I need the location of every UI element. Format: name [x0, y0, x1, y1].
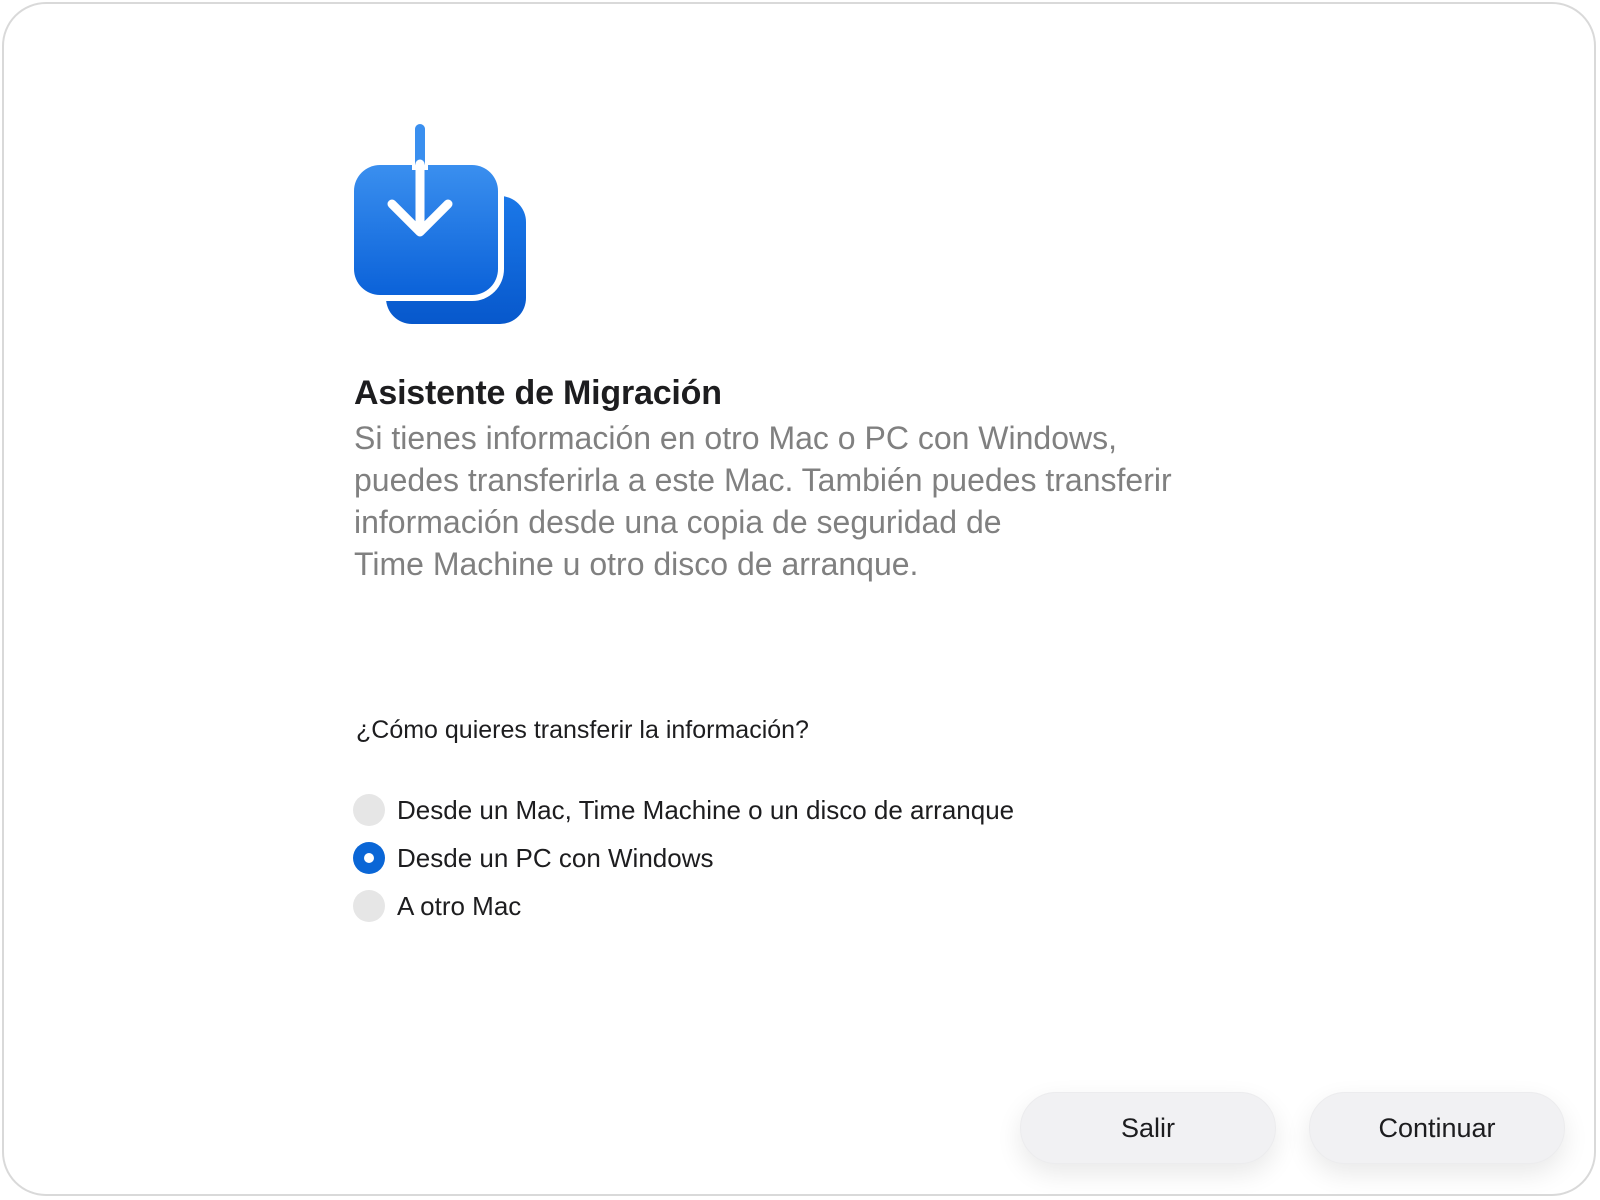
- option-from-mac[interactable]: Desde un Mac, Time Machine o un disco de…: [353, 786, 1014, 834]
- intro-line: puedes transferirla a este Mac. También …: [354, 462, 1172, 498]
- intro-line: información desde una copia de seguridad…: [354, 504, 1002, 540]
- option-label: Desde un PC con Windows: [397, 842, 714, 873]
- radio-from-mac[interactable]: [353, 794, 385, 826]
- intro-description: Si tienes información en otro Mac o PC c…: [354, 417, 1254, 585]
- quit-button[interactable]: Salir: [1020, 1092, 1276, 1164]
- intro-line: Time Machine u otro disco de arranque.: [354, 546, 919, 582]
- option-label: Desde un Mac, Time Machine o un disco de…: [397, 794, 1015, 825]
- radio-from-windows-pc[interactable]: [353, 842, 385, 874]
- option-from-windows-pc[interactable]: Desde un PC con Windows: [353, 834, 1014, 882]
- option-to-another-mac[interactable]: A otro Mac: [353, 882, 1014, 930]
- option-label: A otro Mac: [397, 890, 522, 921]
- transfer-question: ¿Cómo quieres transferir la información?: [356, 716, 809, 744]
- radio-to-another-mac[interactable]: [353, 890, 385, 922]
- migration-assistant-icon: [352, 124, 532, 329]
- intro-line: Si tienes información en otro Mac o PC c…: [354, 420, 1117, 456]
- continue-button[interactable]: Continuar: [1309, 1092, 1565, 1164]
- page-title: Asistente de Migración: [354, 374, 722, 412]
- transfer-options: Desde un Mac, Time Machine o un disco de…: [353, 786, 1014, 930]
- migration-assistant-window: Asistente de Migración Si tienes informa…: [2, 2, 1596, 1196]
